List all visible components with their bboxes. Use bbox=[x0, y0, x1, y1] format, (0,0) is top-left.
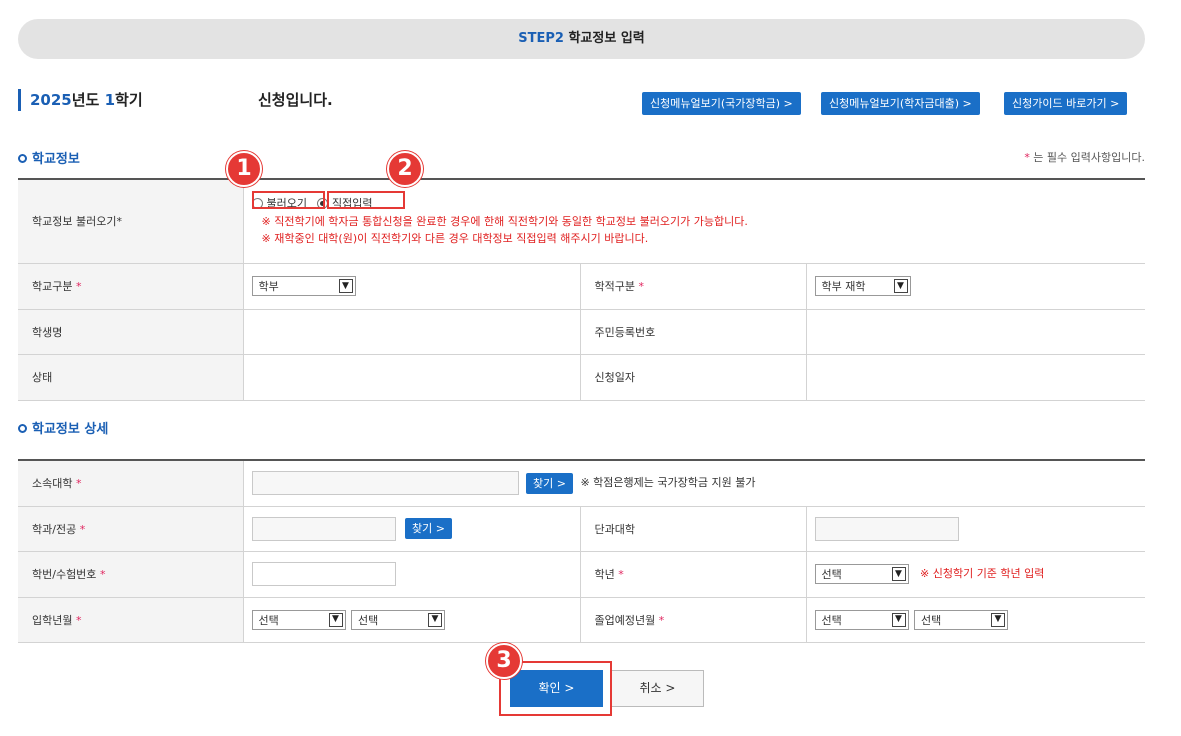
grad-year-select[interactable]: 선택 ▼ bbox=[814, 609, 909, 630]
semester-term: 1 bbox=[104, 91, 116, 109]
school-info-table: 학교정보 불러오기* 불러오기 직접입력 ※ 직전학기에 학자금 통합신청을 완… bbox=[18, 178, 1145, 401]
section-school-info-label: 학교정보 bbox=[32, 152, 80, 167]
table-row: 소속대학 * 찾기 > ※ 학점은행제는 국가장학금 지원 불가 bbox=[18, 460, 1145, 507]
chevron-down-icon: ▼ bbox=[428, 612, 442, 627]
required-note-text: 는 필수 입력사항입니다. bbox=[1029, 151, 1145, 164]
semester-term-suffix: 학기 bbox=[115, 91, 143, 109]
student-no-label: 학번/수험번호 * bbox=[18, 551, 243, 598]
table-row: 학교정보 불러오기* 불러오기 직접입력 ※ 직전학기에 학자금 통합신청을 완… bbox=[18, 179, 1145, 264]
table-row: 상태 신청일자 bbox=[18, 354, 1145, 401]
semester-year: 2025 bbox=[30, 91, 72, 109]
bullet-icon bbox=[18, 424, 27, 433]
entry-label: 입학년월 * bbox=[18, 597, 243, 643]
table-row: 학번/수험번호 * 학년 * 선택 ▼ ※ 신청학기 기준 학년 입력 bbox=[18, 551, 1145, 598]
entry-month-select[interactable]: 선택 ▼ bbox=[351, 609, 445, 630]
university-input[interactable] bbox=[251, 471, 519, 496]
entry-year-select[interactable]: 선택 ▼ bbox=[251, 609, 346, 630]
chevron-down-icon: ▼ bbox=[891, 612, 906, 627]
warning-2: ※ 재학중인 대학(원)이 직전학기와 다른 경우 대학정보 직접입력 해주시기… bbox=[261, 232, 649, 246]
enroll-type-select[interactable]: 학부 재학 ▼ bbox=[814, 276, 911, 296]
bullet-icon bbox=[18, 154, 27, 163]
section-detail-title: 학교정보 상세 bbox=[18, 418, 108, 437]
table-row: 학생명 주민등록번호 bbox=[18, 309, 1145, 355]
section-detail-label: 학교정보 상세 bbox=[32, 422, 109, 437]
chevron-down-icon: ▼ bbox=[991, 612, 1005, 627]
resident-no-value bbox=[805, 309, 1145, 355]
apply-date-value bbox=[805, 354, 1145, 401]
required-note: * 는 필수 입력사항입니다. bbox=[1024, 149, 1145, 165]
table-row: 입학년월 * 선택 ▼ 선택 ▼ 졸업예정년월 * 선택 ▼ 선택 ▼ bbox=[18, 597, 1145, 643]
step-title: 학교정보 입력 bbox=[568, 31, 645, 46]
table-row: 학교구분 * 학부 ▼ 학적구분 * 학부 재학 ▼ bbox=[18, 263, 1145, 310]
grade-label: 학년 * bbox=[579, 551, 806, 598]
grad-month-select[interactable]: 선택 ▼ bbox=[914, 609, 1008, 630]
grade-select[interactable]: 선택 ▼ bbox=[814, 564, 909, 584]
semester-year-suffix: 년도 bbox=[71, 91, 105, 109]
manual-scholarship-button[interactable]: 신청메뉴얼보기(국가장학금) > bbox=[642, 92, 801, 115]
status-label: 상태 bbox=[18, 354, 243, 401]
student-name-value bbox=[242, 309, 580, 355]
annotation-box-1 bbox=[252, 191, 325, 209]
resident-no-label: 주민등록번호 bbox=[579, 309, 806, 355]
applying-text: 신청입니다. bbox=[258, 91, 333, 109]
semester-title: 2025년도 1학기 bbox=[18, 89, 143, 111]
apply-date-label: 신청일자 bbox=[579, 354, 806, 401]
status-value bbox=[242, 354, 580, 401]
college-input[interactable] bbox=[814, 516, 959, 541]
chevron-down-icon: ▼ bbox=[891, 567, 906, 581]
grade-note: ※ 신청학기 기준 학년 입력 bbox=[920, 567, 1045, 580]
annotation-badge-3: 3 bbox=[486, 643, 522, 679]
grad-label: 졸업예정년월 * bbox=[579, 597, 806, 643]
school-type-select[interactable]: 학부 ▼ bbox=[251, 276, 356, 296]
load-label: 학교정보 불러오기* bbox=[18, 179, 243, 264]
credit-bank-note: ※ 학점은행제는 국가장학금 지원 불가 bbox=[580, 476, 756, 490]
warning-1: ※ 직전학기에 학자금 통합신청을 완료한 경우에 한해 직전학기와 동일한 학… bbox=[261, 215, 748, 229]
student-no-input[interactable] bbox=[251, 562, 396, 586]
dept-label: 학과/전공 * bbox=[18, 506, 243, 552]
enroll-type-label: 학적구분 * bbox=[579, 263, 806, 310]
chevron-down-icon: ▼ bbox=[328, 612, 343, 627]
dept-input[interactable] bbox=[251, 516, 396, 541]
chevron-down-icon: ▼ bbox=[338, 279, 353, 293]
cancel-button[interactable]: 취소 > bbox=[611, 670, 704, 707]
section-school-info-title: 학교정보 bbox=[18, 148, 80, 167]
step-bar: STEP2 학교정보 입력 bbox=[18, 19, 1145, 59]
school-type-label: 학교구분 * bbox=[18, 263, 243, 310]
student-name-label: 학생명 bbox=[18, 309, 243, 355]
college-label: 단과대학 bbox=[579, 506, 806, 552]
university-find-button[interactable]: 찾기 > bbox=[526, 472, 573, 494]
school-detail-table: 소속대학 * 찾기 > ※ 학점은행제는 국가장학금 지원 불가 학과/전공 *… bbox=[18, 459, 1145, 643]
manual-loan-button[interactable]: 신청메뉴얼보기(학자금대출) > bbox=[821, 92, 980, 115]
table-row: 학과/전공 * 찾기 > 단과대학 bbox=[18, 506, 1145, 552]
annotation-badge-2: 2 bbox=[387, 151, 423, 187]
guide-button[interactable]: 신청가이드 바로가기 > bbox=[1004, 92, 1128, 115]
annotation-box-2 bbox=[327, 191, 405, 209]
university-label: 소속대학 * bbox=[18, 460, 243, 507]
chevron-down-icon: ▼ bbox=[893, 279, 908, 293]
dept-find-button[interactable]: 찾기 > bbox=[405, 518, 452, 539]
step-number: STEP2 bbox=[518, 31, 564, 46]
annotation-badge-1: 1 bbox=[226, 151, 262, 187]
